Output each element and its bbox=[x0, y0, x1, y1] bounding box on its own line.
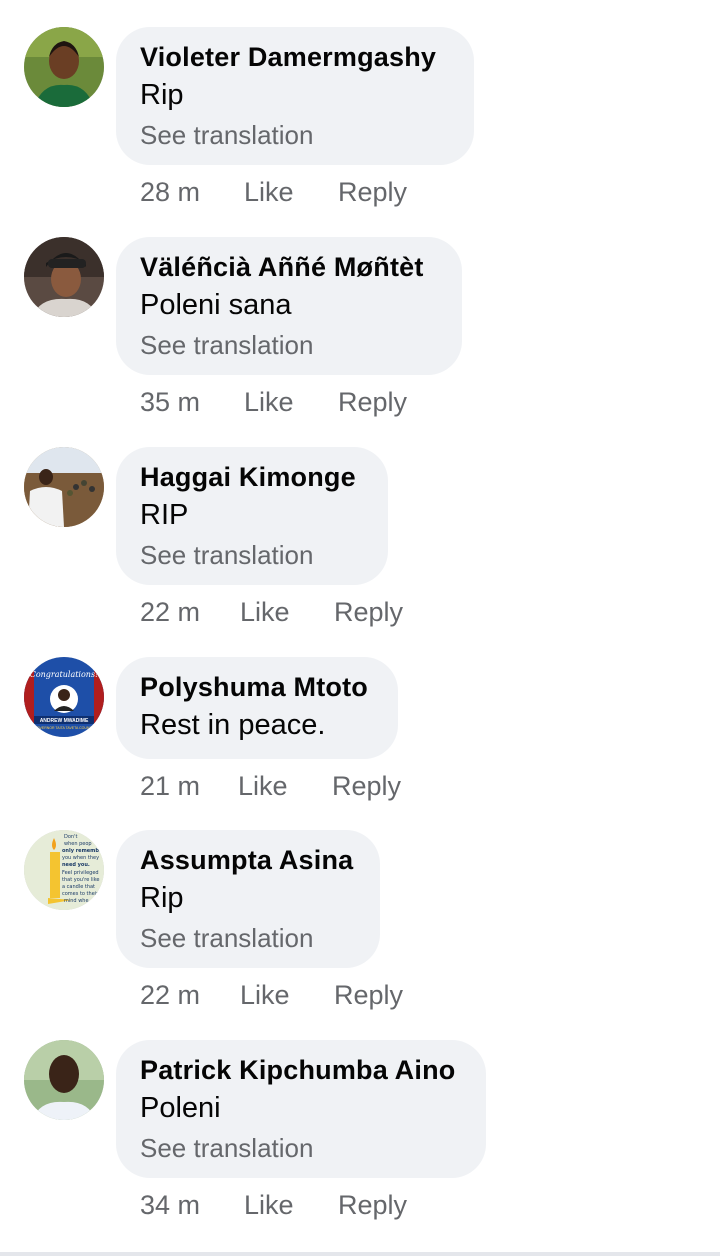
reply-button[interactable]: Reply bbox=[334, 980, 403, 1011]
comment-actions: 28 m Like Reply bbox=[140, 177, 407, 208]
comment-actions: 22 m Like Reply bbox=[140, 597, 403, 628]
comment-bubble: Assumpta Asina Rip See translation bbox=[116, 830, 380, 968]
avatar[interactable] bbox=[24, 237, 104, 317]
avatar[interactable] bbox=[24, 27, 104, 107]
poster-heading: Congratulations! bbox=[30, 670, 99, 679]
like-button[interactable]: Like bbox=[244, 1190, 338, 1221]
see-translation-link[interactable]: See translation bbox=[140, 115, 450, 155]
candle-quote-line: you when they bbox=[62, 855, 99, 861]
see-translation-link[interactable]: See translation bbox=[140, 535, 364, 575]
reply-button[interactable]: Reply bbox=[338, 177, 407, 208]
reply-button[interactable]: Reply bbox=[338, 387, 407, 418]
comment-bubble: Haggai Kimonge RIP See translation bbox=[116, 447, 388, 585]
comment-timestamp: 28 m bbox=[140, 177, 201, 207]
avatar[interactable] bbox=[24, 1040, 104, 1120]
comment-author[interactable]: Patrick Kipchumba Aino bbox=[140, 1052, 462, 1088]
see-translation-link[interactable]: See translation bbox=[140, 1128, 462, 1168]
poster-subtitle: GOVERNOR TAITA TAVETA COUNTY bbox=[34, 726, 94, 730]
like-button[interactable]: Like bbox=[240, 980, 334, 1011]
comment-author[interactable]: Violeter Damermgashy bbox=[140, 39, 450, 75]
comment-timestamp: 22 m bbox=[140, 597, 201, 627]
poster-name: ANDREW MWADIME bbox=[40, 718, 89, 724]
comment-actions: 34 m Like Reply bbox=[140, 1190, 407, 1221]
comment-timestamp: 34 m bbox=[140, 1190, 201, 1220]
see-translation-link[interactable]: See translation bbox=[140, 918, 356, 958]
like-button[interactable]: Like bbox=[238, 771, 332, 802]
comment-timestamp: 21 m bbox=[140, 771, 201, 801]
see-translation-link[interactable]: See translation bbox=[140, 325, 438, 365]
comment-text: Poleni bbox=[140, 1092, 221, 1124]
candle-quote-line: only remembe bbox=[62, 848, 103, 854]
candle-quote-line: Don't bbox=[64, 834, 77, 840]
candle-quote-line: need you. bbox=[62, 862, 90, 868]
comment-bubble: Patrick Kipchumba Aino Poleni See transl… bbox=[116, 1040, 486, 1178]
like-button[interactable]: Like bbox=[244, 177, 338, 208]
comment-actions: 35 m Like Reply bbox=[140, 387, 407, 418]
comment-author[interactable]: Väléñcià Aññé Møñtèt bbox=[140, 249, 438, 285]
reply-button[interactable]: Reply bbox=[338, 1190, 407, 1221]
comment-author[interactable]: Assumpta Asina bbox=[140, 842, 356, 878]
comment-text: Rest in peace. bbox=[140, 709, 326, 741]
candle-quote-line: Feel privileged bbox=[62, 870, 99, 876]
like-button[interactable]: Like bbox=[244, 387, 338, 418]
comment-actions: 21 m Like Reply bbox=[140, 771, 401, 802]
candle-quote-line: comes to their bbox=[62, 891, 99, 897]
reply-button[interactable]: Reply bbox=[334, 597, 403, 628]
avatar[interactable]: Congratulations! ANDREW MWADIME GOVERNOR… bbox=[24, 657, 104, 737]
comment-bubble: Väléñcià Aññé Møñtèt Poleni sana See tra… bbox=[116, 237, 462, 375]
comment-author[interactable]: Haggai Kimonge bbox=[140, 459, 364, 495]
candle-quote-line: a candle that bbox=[62, 884, 95, 890]
avatar[interactable]: Don't when peop only remembe you when th… bbox=[24, 830, 104, 910]
reply-button[interactable]: Reply bbox=[332, 771, 401, 802]
comment-bubble: Polyshuma Mtoto Rest in peace. bbox=[116, 657, 398, 759]
candle-quote-line: when peop bbox=[64, 841, 92, 847]
avatar[interactable] bbox=[24, 447, 104, 527]
comment-actions: 22 m Like Reply bbox=[140, 980, 403, 1011]
comment-text: RIP bbox=[140, 499, 189, 531]
comment-text: Rip bbox=[140, 882, 184, 914]
divider bbox=[0, 1252, 720, 1256]
comment-text: Rip bbox=[140, 79, 184, 111]
comment-timestamp: 22 m bbox=[140, 980, 201, 1010]
comment-text: Poleni sana bbox=[140, 289, 292, 321]
comment-author[interactable]: Polyshuma Mtoto bbox=[140, 669, 374, 705]
candle-quote-line: mind whe bbox=[64, 898, 89, 904]
comment-timestamp: 35 m bbox=[140, 387, 201, 417]
like-button[interactable]: Like bbox=[240, 597, 334, 628]
comment-bubble: Violeter Damermgashy Rip See translation bbox=[116, 27, 474, 165]
candle-quote-line: that you're like bbox=[62, 877, 100, 883]
